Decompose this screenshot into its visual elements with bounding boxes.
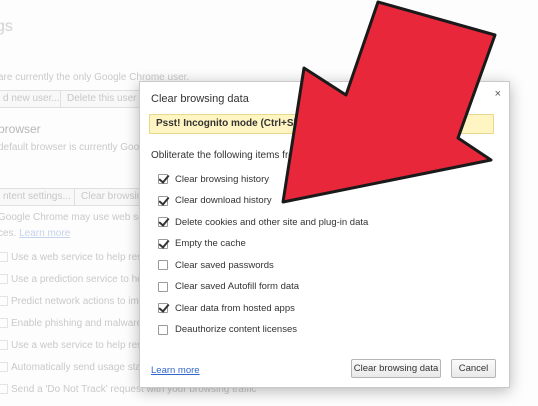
option-label: Empty the cache: [175, 238, 246, 249]
time-range-select[interactable]: [295, 147, 323, 165]
option-label: Clear data from hosted apps: [175, 302, 295, 314]
option-checkbox[interactable]: [158, 324, 168, 335]
clear-option-row[interactable]: Empty the cache: [158, 237, 246, 251]
clear-option-row[interactable]: Deauthorize content licenses: [158, 323, 297, 337]
learn-more-link[interactable]: Learn more: [151, 365, 200, 376]
obliterate-label: Obliterate the following items from:: [151, 150, 305, 161]
option-checkbox[interactable]: [158, 281, 168, 292]
clear-option-row[interactable]: Clear browsing history: [158, 172, 269, 186]
clear-browsing-data-dialog: Clear browsing data × Psst! Incognito mo…: [139, 81, 510, 388]
clear-option-row[interactable]: Clear saved passwords: [158, 258, 274, 272]
option-label: Clear download history: [175, 195, 272, 206]
clear-option-row[interactable]: Clear download history: [158, 194, 272, 208]
cancel-button[interactable]: Cancel: [451, 359, 496, 378]
option-checkbox[interactable]: [158, 238, 168, 249]
option-label: Clear saved passwords: [175, 259, 274, 271]
close-icon[interactable]: ×: [495, 88, 501, 100]
option-checkbox[interactable]: [158, 195, 168, 206]
clear-option-row[interactable]: Clear data from hosted apps: [158, 301, 295, 315]
clear-option-row[interactable]: Clear saved Autofill form data: [158, 280, 299, 294]
dialog-title: Clear browsing data: [151, 93, 249, 105]
clear-browsing-data-button[interactable]: Clear browsing data: [351, 359, 441, 378]
option-checkbox[interactable]: [158, 303, 168, 313]
option-label: Clear saved Autofill form data: [175, 281, 300, 292]
option-label: Delete cookies and other site and plug-i…: [175, 216, 369, 228]
option-checkbox[interactable]: [158, 217, 168, 227]
option-label: Deauthorize content licenses: [175, 324, 297, 335]
clear-option-row[interactable]: Delete cookies and other site and plug-i…: [158, 215, 368, 229]
incognito-notice: Psst! Incognito mode (Ctrl+Shift+N) m: [149, 114, 494, 134]
option-checkbox[interactable]: [158, 174, 168, 184]
option-checkbox[interactable]: [158, 260, 168, 270]
option-label: Clear browsing history: [175, 173, 269, 185]
